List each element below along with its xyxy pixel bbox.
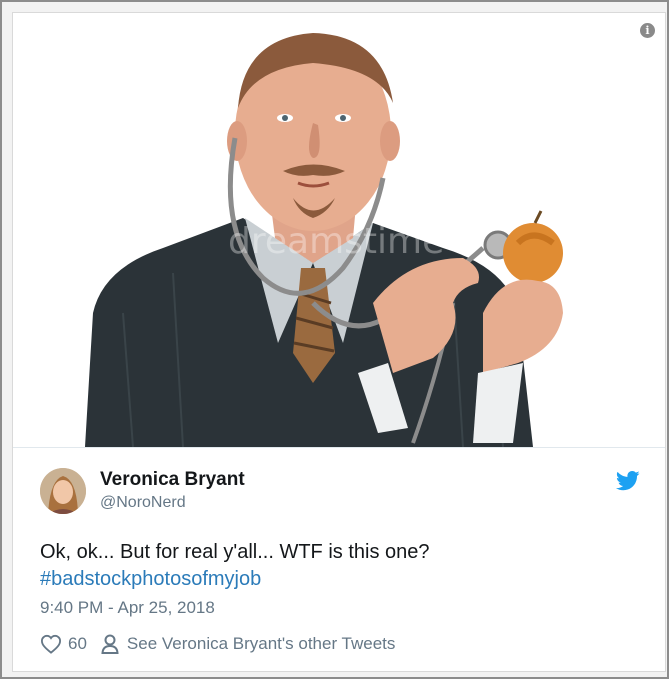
embedded-tweet-frame: dreamstime i Veronica Bryant @NoroNerd O… — [2, 2, 667, 677]
stock-photo-illustration: dreamstime — [85, 33, 563, 447]
watermark-text: dreamstime — [228, 221, 444, 262]
author-handle[interactable]: @NoroNerd — [100, 494, 186, 512]
avatar[interactable] — [40, 468, 86, 514]
like-count[interactable]: 60 — [68, 634, 87, 654]
other-tweets-link[interactable]: See Veronica Bryant's other Tweets — [127, 634, 395, 654]
person-icon — [101, 634, 119, 654]
heart-icon[interactable] — [40, 634, 62, 654]
twitter-bird-icon[interactable] — [616, 471, 640, 491]
avatar-photo — [40, 468, 86, 514]
tweet-photo[interactable]: dreamstime i — [13, 13, 665, 447]
tweet-actions: 60 See Veronica Bryant's other Tweets — [40, 632, 395, 656]
author-name[interactable]: Veronica Bryant — [100, 469, 245, 491]
info-icon[interactable]: i — [640, 23, 655, 38]
tweet-card: dreamstime i Veronica Bryant @NoroNerd O… — [12, 12, 666, 672]
tweet-text: Ok, ok... But for real y'all... WTF is t… — [40, 541, 430, 563]
tweet-timestamp[interactable]: 9:40 PM - Apr 25, 2018 — [40, 598, 215, 618]
media-divider — [13, 447, 665, 448]
hashtag-link[interactable]: #badstockphotosofmyjob — [40, 568, 261, 591]
